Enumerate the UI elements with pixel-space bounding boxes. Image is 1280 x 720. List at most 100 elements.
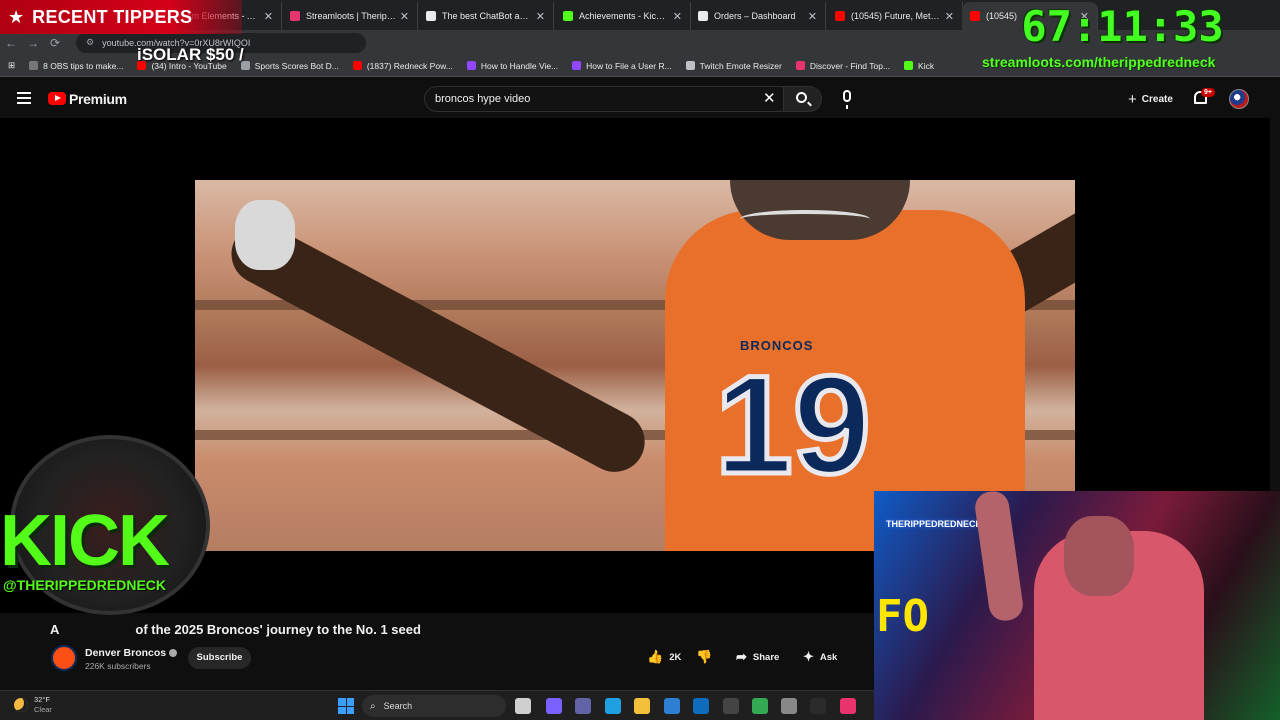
video-title-prefix: A xyxy=(50,622,60,637)
webcam-yellow-sign: FO xyxy=(876,591,929,642)
bookmark-favicon-icon xyxy=(904,61,914,70)
terminal-icon[interactable] xyxy=(810,698,826,714)
channel-name[interactable]: Denver Broncos xyxy=(85,647,178,659)
tab-close-icon[interactable]: ✕ xyxy=(673,10,682,23)
app-red-icon[interactable] xyxy=(840,698,856,714)
browser-tab[interactable]: Streamloots | Therippedre ✕ xyxy=(282,2,418,30)
webcam-overlay: THERIPPEDREDNECK FO xyxy=(874,491,1280,720)
taskbar-search[interactable]: ⌕ Search xyxy=(362,695,506,717)
tab-title: Streamloots | Therippedre xyxy=(306,11,396,21)
bookmark-item[interactable]: Twitch Emote Resizer xyxy=(685,61,782,71)
weather-widget[interactable]: 32°F Clear xyxy=(14,695,52,715)
tab-close-icon[interactable]: ✕ xyxy=(264,10,273,23)
store-icon[interactable] xyxy=(664,698,680,714)
browser-tab[interactable]: Achievements - Kick Dash ✕ xyxy=(555,2,691,30)
thumbs-down-icon: 👎 xyxy=(696,649,713,664)
ask-label: Ask xyxy=(819,651,838,663)
site-info-icon[interactable]: ⚙ xyxy=(86,37,94,48)
channel-avatar[interactable] xyxy=(51,645,77,671)
bookmark-item[interactable]: Kick xyxy=(904,61,934,71)
subscriber-count: 226K subscribers xyxy=(85,661,151,671)
back-icon[interactable]: ← xyxy=(0,36,22,50)
tab-favicon-icon xyxy=(835,11,845,21)
tab-favicon-icon xyxy=(563,11,573,21)
bookmark-label: Sports Scores Bot D... xyxy=(254,60,339,71)
file-explorer-icon[interactable] xyxy=(634,698,650,714)
tab-close-icon[interactable]: ✕ xyxy=(808,10,817,23)
bookmark-label: Kick xyxy=(918,60,935,71)
teams-icon[interactable] xyxy=(575,698,591,714)
youtube-logo-icon[interactable] xyxy=(48,92,66,105)
bookmark-item[interactable]: Discover - Find Top... xyxy=(795,60,891,71)
ask-button[interactable]: ✦ Ask xyxy=(803,649,837,665)
tip-entry: iSOLAR $50 / xyxy=(137,45,244,64)
voice-search-icon[interactable] xyxy=(843,90,851,109)
thumbs-up-icon: 👍 xyxy=(647,649,664,664)
search-button[interactable] xyxy=(784,86,822,112)
forward-icon[interactable]: → xyxy=(22,36,44,50)
menu-icon[interactable] xyxy=(17,92,31,104)
tab-title: The best ChatBot and Wi xyxy=(442,11,532,21)
youtube-header: Premium broncos hype video ✕ + Create xyxy=(0,80,1280,118)
create-label: Create xyxy=(1141,93,1173,105)
bookmark-item[interactable]: Sports Scores Bot D... xyxy=(240,60,339,71)
tab-favicon-icon xyxy=(426,11,436,21)
task-view-icon[interactable] xyxy=(515,698,531,714)
share-icon: ➦ xyxy=(736,649,747,664)
dislike-button[interactable]: 👎 xyxy=(696,649,718,665)
bookmark-item[interactable]: How to Handle Vie... xyxy=(466,60,559,71)
plus-icon: + xyxy=(1128,90,1137,108)
copilot-icon[interactable] xyxy=(546,698,562,714)
weather-temp: 32°F xyxy=(34,695,50,704)
start-icon[interactable] xyxy=(338,698,354,714)
create-button[interactable]: + Create xyxy=(1120,89,1181,109)
subscribe-button[interactable]: Subscribe xyxy=(188,647,251,669)
like-count: 2K xyxy=(669,651,682,663)
sparkle-icon: ✦ xyxy=(803,649,814,664)
bookmark-item[interactable]: (1837) Redneck Pow... xyxy=(352,61,453,71)
browser-tab[interactable]: Orders – Dashboard ✕ xyxy=(690,2,826,30)
youtube-brand[interactable]: Premium xyxy=(69,91,127,107)
clear-search-icon[interactable]: ✕ xyxy=(763,89,776,107)
obs-icon[interactable] xyxy=(723,698,739,714)
tab-close-icon[interactable]: ✕ xyxy=(536,10,545,23)
search-icon xyxy=(796,92,807,103)
bookmark-item[interactable]: How to File a User R... xyxy=(572,61,672,71)
kick-handle: @THERIPPEDREDNECK xyxy=(3,577,167,593)
taskbar-search-label: Search xyxy=(383,701,413,711)
share-label: Share xyxy=(752,651,780,663)
edge-icon[interactable] xyxy=(605,698,621,714)
channel-name-text: Denver Broncos xyxy=(85,647,167,659)
search-input[interactable]: broncos hype video xyxy=(424,86,784,112)
bookmark-item[interactable]: 8 OBS tips to make... xyxy=(29,61,123,71)
browser-tab[interactable]: The best ChatBot and Wi ✕ xyxy=(418,2,554,30)
tab-close-icon[interactable]: ✕ xyxy=(945,10,954,23)
bookmark-favicon-icon xyxy=(572,61,582,70)
tab-title: Orders – Dashboard xyxy=(714,11,796,21)
bookmark-label: Discover - Find Top... xyxy=(809,60,891,71)
apps-icon[interactable]: ⊞ xyxy=(8,60,15,71)
notification-badge: 9+ xyxy=(1201,88,1215,97)
browser-tab[interactable]: (10545) Future, Metro Bo ✕ xyxy=(827,2,963,30)
chrome-icon[interactable] xyxy=(752,698,768,714)
like-button[interactable]: 👍 2K xyxy=(647,649,681,665)
player-glove xyxy=(235,200,295,270)
tab-favicon-icon xyxy=(290,11,300,21)
reload-icon[interactable]: ⟳ xyxy=(44,36,66,50)
video-title: Aof the 2025 Broncos' journey to the No.… xyxy=(50,622,421,637)
streamloots-link: streamloots.com/therippedredneck xyxy=(982,54,1216,70)
video-title-text: of the 2025 Broncos' journey to the No. … xyxy=(135,622,421,637)
bookmark-label: How to Handle Vie... xyxy=(480,60,559,71)
app-gray-icon[interactable] xyxy=(781,698,797,714)
share-button[interactable]: ➦ Share xyxy=(736,649,779,665)
moon-icon xyxy=(14,698,28,712)
recent-tippers-title: RECENT TIPPERS xyxy=(32,6,193,27)
kick-logo-text: KICK xyxy=(0,501,170,581)
recent-tippers-banner: ★ RECENT TIPPERS xyxy=(0,0,242,34)
tab-close-icon[interactable]: ✕ xyxy=(400,10,409,23)
outlook-icon[interactable] xyxy=(693,698,709,714)
search-icon: ⌕ xyxy=(370,700,376,712)
account-avatar[interactable] xyxy=(1229,89,1249,109)
screen: Stream Elements - Appearances✕Streamloot… xyxy=(0,0,1280,720)
verified-icon xyxy=(169,649,178,658)
